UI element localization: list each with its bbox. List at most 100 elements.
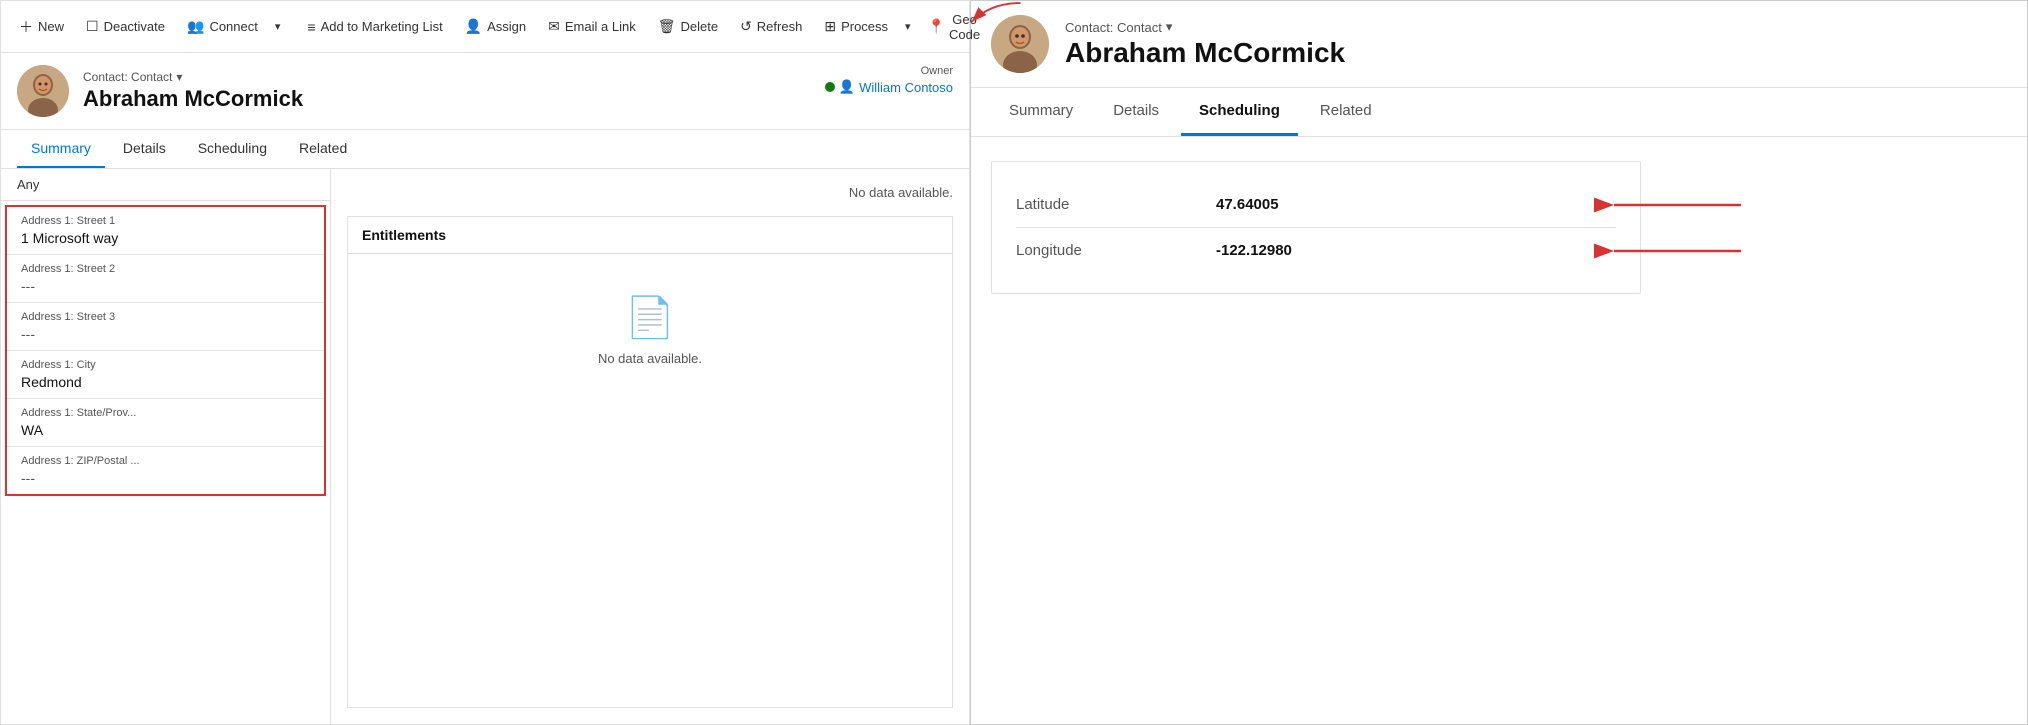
address-street3-label: Address 1: Street 3 xyxy=(21,311,310,323)
right-panel: Contact: Contact ▾ Abraham McCormick Sum… xyxy=(970,0,2028,725)
refresh-label: Refresh xyxy=(757,19,803,34)
address-street3-field: Address 1: Street 3 --- xyxy=(7,303,324,351)
marketing-icon: ≡ xyxy=(307,19,315,35)
address-street2-label: Address 1: Street 2 xyxy=(21,263,310,275)
right-contact-header: Contact: Contact ▾ Abraham McCormick xyxy=(971,1,2027,88)
owner-status-dot xyxy=(825,82,835,92)
top-no-data: No data available. xyxy=(347,185,953,200)
main-content: Any Address 1: Street 1 1 Microsoft way … xyxy=(1,169,969,724)
address-state-field: Address 1: State/Prov... WA xyxy=(7,399,324,447)
dropdown-chevron[interactable]: ▾ xyxy=(176,70,182,84)
avatar xyxy=(17,65,69,117)
deactivate-icon: ☐ xyxy=(86,18,99,35)
contact-name: Abraham McCormick xyxy=(83,86,953,112)
longitude-row: Longitude -122.12980 xyxy=(1016,228,1616,273)
document-icon: 📄 xyxy=(625,294,675,341)
geo-card: Latitude 47.64005 Longitude -122.12980 xyxy=(991,161,1641,294)
owner-icon: 👤 xyxy=(839,79,855,95)
add-marketing-label: Add to Marketing List xyxy=(321,19,443,34)
tab-scheduling[interactable]: Scheduling xyxy=(184,130,281,168)
address-street1-field: Address 1: Street 1 1 Microsoft way xyxy=(7,207,324,255)
assign-label: Assign xyxy=(487,19,526,34)
latitude-value: 47.64005 xyxy=(1216,196,1616,213)
address-zip-value: --- xyxy=(21,470,310,486)
address-state-label: Address 1: State/Prov... xyxy=(21,407,310,419)
left-tabs: Summary Details Scheduling Related xyxy=(1,130,969,169)
address-street2-field: Address 1: Street 2 --- xyxy=(7,255,324,303)
connect-button[interactable]: 👥 Connect xyxy=(177,12,268,41)
new-label: New xyxy=(38,19,64,34)
delete-label: Delete xyxy=(680,19,718,34)
entitlements-header: Entitlements xyxy=(348,217,952,254)
entitlements-section: Entitlements 📄 No data available. xyxy=(347,216,953,708)
tab-related[interactable]: Related xyxy=(285,130,361,168)
right-tabs: Summary Details Scheduling Related xyxy=(971,88,2027,137)
address-street2-value: --- xyxy=(21,278,310,294)
add-marketing-button[interactable]: ≡ Add to Marketing List xyxy=(297,13,452,41)
tab-summary[interactable]: Summary xyxy=(17,130,105,168)
latitude-label: Latitude xyxy=(1016,196,1216,213)
connect-label: Connect xyxy=(209,19,257,34)
tab-details[interactable]: Details xyxy=(109,130,180,168)
right-tab-scheduling[interactable]: Scheduling xyxy=(1181,88,1298,136)
contact-type-text: Contact: Contact xyxy=(83,70,172,84)
refresh-icon: ↺ xyxy=(740,18,752,35)
connect-chevron[interactable]: ▾ xyxy=(270,14,286,39)
process-chevron[interactable]: ▾ xyxy=(900,14,916,39)
scheduling-content: Latitude 47.64005 Longitude -122.12980 xyxy=(971,137,2027,724)
owner-section: Owner 👤 William Contoso xyxy=(825,65,953,95)
left-column: Any Address 1: Street 1 1 Microsoft way … xyxy=(1,169,331,724)
entitlements-body: 📄 No data available. xyxy=(348,254,952,406)
latitude-arrow xyxy=(1606,190,1746,220)
right-contact-type-text: Contact: Contact xyxy=(1065,20,1162,35)
refresh-button[interactable]: ↺ Refresh xyxy=(730,12,812,41)
longitude-value: -122.12980 xyxy=(1216,242,1616,259)
deactivate-button[interactable]: ☐ Deactivate xyxy=(76,12,175,41)
geocode-annotation: 📍 Geo Code xyxy=(918,6,991,48)
latitude-row: Latitude 47.64005 xyxy=(1016,182,1616,228)
right-dropdown-chevron[interactable]: ▾ xyxy=(1166,19,1173,35)
right-tab-details[interactable]: Details xyxy=(1095,88,1177,136)
contact-info: Contact: Contact ▾ Abraham McCormick xyxy=(83,70,953,112)
longitude-label: Longitude xyxy=(1016,242,1216,259)
right-tab-related[interactable]: Related xyxy=(1302,88,1390,136)
process-button[interactable]: ⊞ Process xyxy=(814,12,898,41)
any-header: Any xyxy=(1,169,330,201)
entitlements-no-data: No data available. xyxy=(598,351,702,366)
address-street3-value: --- xyxy=(21,326,310,342)
toolbar: ＋ New ☐ Deactivate 👥 Connect ▾ ≡ Add to … xyxy=(1,1,969,53)
address-zip-label: Address 1: ZIP/Postal ... xyxy=(21,455,310,467)
process-label: Process xyxy=(841,19,888,34)
delete-button[interactable]: 🗑 Delete xyxy=(648,12,728,41)
plus-icon: ＋ xyxy=(19,17,33,37)
geocode-icon: 📍 xyxy=(928,18,945,35)
email-link-label: Email a Link xyxy=(565,19,636,34)
right-contact-info: Contact: Contact ▾ Abraham McCormick xyxy=(1065,19,2007,69)
owner-name: 👤 William Contoso xyxy=(825,79,953,95)
right-contact-name: Abraham McCormick xyxy=(1065,37,2007,69)
right-tab-summary[interactable]: Summary xyxy=(991,88,1091,136)
new-button[interactable]: ＋ New xyxy=(9,11,74,43)
address-section: Address 1: Street 1 1 Microsoft way Addr… xyxy=(5,205,326,496)
owner-name-text[interactable]: William Contoso xyxy=(859,80,953,95)
email-icon: ✉ xyxy=(548,18,560,35)
right-column: No data available. Entitlements 📄 No dat… xyxy=(331,169,969,724)
assign-icon: 👤 xyxy=(465,18,482,35)
longitude-arrow xyxy=(1606,236,1746,266)
connect-icon: 👥 xyxy=(187,18,204,35)
delete-icon: 🗑 xyxy=(658,18,676,35)
owner-label: Owner xyxy=(825,65,953,77)
right-contact-type: Contact: Contact ▾ xyxy=(1065,19,2007,35)
address-city-field: Address 1: City Redmond xyxy=(7,351,324,399)
address-street1-value: 1 Microsoft way xyxy=(21,230,310,246)
process-icon: ⊞ xyxy=(824,18,836,35)
assign-button[interactable]: 👤 Assign xyxy=(455,12,536,41)
contact-header: Contact: Contact ▾ Abraham McCormick Own… xyxy=(1,53,969,130)
address-city-value: Redmond xyxy=(21,374,310,390)
geo-arrow-annotation xyxy=(968,0,1028,38)
address-city-label: Address 1: City xyxy=(21,359,310,371)
deactivate-label: Deactivate xyxy=(104,19,165,34)
address-zip-field: Address 1: ZIP/Postal ... --- xyxy=(7,447,324,494)
left-panel: ＋ New ☐ Deactivate 👥 Connect ▾ ≡ Add to … xyxy=(0,0,970,725)
email-link-button[interactable]: ✉ Email a Link xyxy=(538,12,646,41)
